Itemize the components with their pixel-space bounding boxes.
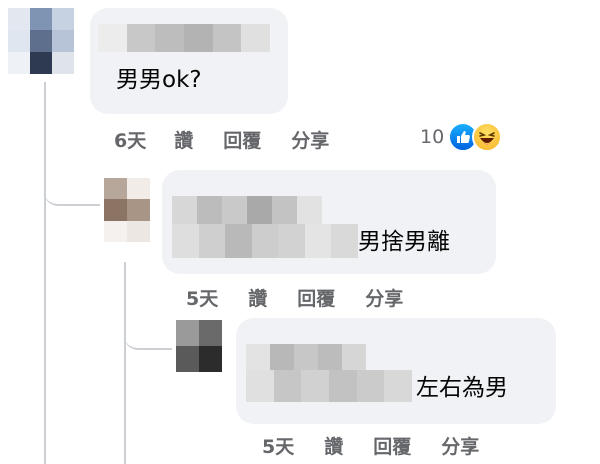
avatar[interactable] <box>176 320 222 372</box>
reaction-summary[interactable]: 10 <box>420 122 503 152</box>
comment-actions: 5天 讚 回覆 分享 <box>262 432 479 459</box>
timestamp[interactable]: 5天 <box>262 432 294 459</box>
thread-line-nested <box>124 262 126 464</box>
comment-text-blurred <box>246 370 412 402</box>
reply-button[interactable]: 回覆 <box>373 432 411 459</box>
author-name-blurred[interactable] <box>172 196 322 224</box>
avatar[interactable] <box>104 178 150 242</box>
haha-icon <box>472 122 503 152</box>
share-button[interactable]: 分享 <box>365 284 403 311</box>
comment-actions: 6天 讚 回覆 分享 <box>114 126 329 153</box>
reply-button[interactable]: 回覆 <box>223 126 261 153</box>
thread-connector-reply-2 <box>124 298 172 350</box>
author-name-blurred[interactable] <box>246 344 366 370</box>
comment-text-blurred <box>172 224 358 258</box>
like-button[interactable]: 讚 <box>324 432 343 459</box>
comment-text: 男男ok? <box>116 67 202 93</box>
thread-line-main <box>44 82 46 464</box>
timestamp[interactable]: 6天 <box>114 126 146 153</box>
like-button[interactable]: 讚 <box>248 284 267 311</box>
thread-connector-reply-1 <box>44 150 100 206</box>
reply-button[interactable]: 回覆 <box>297 284 335 311</box>
comment-text: 左右為男 <box>416 375 508 401</box>
comment-actions: 5天 讚 回覆 分享 <box>186 284 403 311</box>
reaction-count: 10 <box>420 126 445 148</box>
comment-text: 男捨男離 <box>358 229 450 255</box>
author-name-blurred[interactable] <box>98 24 270 52</box>
avatar[interactable] <box>8 8 74 74</box>
timestamp[interactable]: 5天 <box>186 284 218 311</box>
like-button[interactable]: 讚 <box>174 126 193 153</box>
share-button[interactable]: 分享 <box>291 126 329 153</box>
share-button[interactable]: 分享 <box>441 432 479 459</box>
